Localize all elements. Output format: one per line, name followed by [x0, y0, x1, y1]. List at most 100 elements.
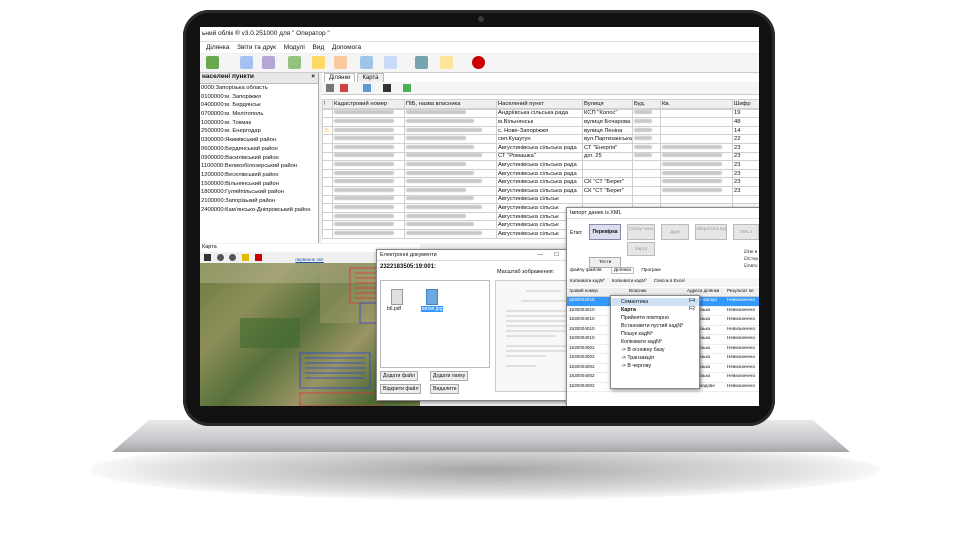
image-file-icon[interactable]	[426, 289, 438, 305]
tab-parcels[interactable]: Ділянки	[610, 267, 635, 274]
map-button[interactable]: Карта	[627, 242, 655, 256]
delete-button[interactable]: Видалити	[430, 384, 460, 394]
tree-item[interactable]: 1200000:Веселівський район	[200, 171, 318, 180]
menu-item[interactable]: -> В основну базу	[611, 346, 699, 354]
table-row[interactable]: Андріївська сільська рада КСП "Колос" 19	[322, 108, 759, 119]
col-header[interactable]: Вулиця	[582, 99, 633, 109]
tree-item[interactable]: 2400000:Кам'янсько-Дніпровський район	[200, 206, 318, 215]
tree-item[interactable]: 2500000:м. Енергодар	[200, 127, 318, 136]
menu-item[interactable]: Прийняти повторно	[611, 314, 699, 322]
file-name[interactable]: b6.pdf	[387, 306, 401, 312]
pdf-icon[interactable]	[391, 289, 403, 305]
table-row[interactable]: СТ "Ромашка" діл. 25 23	[322, 151, 759, 162]
menu-item[interactable]: -> Транзакція	[611, 354, 699, 362]
tab-parcels[interactable]: Ділянки	[324, 73, 356, 82]
excel-list-button[interactable]: Список в Excel	[654, 278, 685, 283]
minimize-icon[interactable]: —	[538, 250, 544, 260]
menu-item[interactable]: -> В чергову	[611, 362, 699, 370]
col-header[interactable]: Буд.	[632, 99, 661, 109]
table-row[interactable]: Августинівська сільська рада 23	[322, 160, 759, 170]
table-row[interactable]: смт.Кушугун вул.Партизанська 22	[322, 134, 759, 144]
table-row[interactable]: м.Вільнянськ вулиця Бочарова 48	[322, 117, 759, 127]
menu-item[interactable]: Семантика	[611, 298, 699, 306]
copy-icon[interactable]	[384, 56, 397, 69]
power-icon[interactable]	[472, 56, 485, 69]
tab-map[interactable]: Карта	[357, 73, 384, 82]
col-header[interactable]: Кв.	[660, 99, 733, 109]
tree-item[interactable]: 2100000:Запорізький район	[200, 197, 318, 206]
tree-item[interactable]: 0100000:м. Запоріжжя	[200, 93, 318, 102]
menu-item[interactable]: Карта	[611, 306, 699, 314]
zoom-in-icon[interactable]	[216, 254, 224, 261]
menu-item-help[interactable]: Допомога	[332, 44, 361, 51]
copy-cadnum-button[interactable]: Копіювати кадNº	[570, 278, 605, 283]
pencil-icon[interactable]	[242, 254, 250, 261]
hand-icon[interactable]	[204, 254, 211, 261]
polyline-icon[interactable]	[262, 56, 275, 69]
table-row[interactable]: Августинівська сільська рада СК "СТ "Бере…	[322, 177, 759, 187]
file-name-selected[interactable]: вилиг.jpg	[421, 306, 444, 312]
tree-item[interactable]: 0700000:м. Мелітополь	[200, 110, 318, 119]
tree-item[interactable]: 1000000:м. Токмак	[200, 119, 318, 128]
tools-icon[interactable]	[415, 56, 428, 69]
table-row[interactable]: Августинівська сільська рада СК "СТ "Бере…	[322, 185, 759, 196]
tree-item[interactable]: 0400000:м. Бердянськ	[200, 101, 318, 110]
checkbox-auto[interactable]: ☑Авто	[744, 262, 758, 269]
document-icon[interactable]	[240, 56, 253, 69]
tree-item[interactable]: 0900000:Василівський район	[200, 154, 318, 163]
tab-programs[interactable]: Програм	[641, 268, 660, 273]
menu-item-reports[interactable]: Звіти та друк	[237, 44, 276, 51]
col-header[interactable]: тровий номер	[569, 288, 598, 293]
folder-icon[interactable]	[334, 56, 347, 69]
info-icon[interactable]	[254, 254, 262, 261]
table-row[interactable]: Августинівська сільськ	[322, 194, 759, 205]
binoculars-icon[interactable]	[383, 84, 392, 92]
edit-icon[interactable]	[312, 56, 325, 69]
table-row[interactable]: Августинівська сільська рада СТ "Енергія"…	[322, 142, 759, 153]
col-header[interactable]: Населений пункт	[496, 99, 583, 109]
copy-cadnum-button-2[interactable]: Копіювати кадNº	[612, 278, 647, 283]
step-check[interactable]: Перевірка	[589, 224, 621, 240]
col-header[interactable]: Шифр	[732, 99, 759, 109]
excel-icon[interactable]	[402, 84, 411, 92]
step-merged[interactable]: Сполу-чено	[627, 224, 655, 240]
map-link[interactable]: первинне звіт	[295, 257, 324, 262]
clear-filter-icon[interactable]	[339, 84, 348, 92]
add-folder-button[interactable]: Додати папку	[430, 371, 469, 381]
menu-item[interactable]: Копіювати кадNº	[611, 338, 699, 346]
zoom-out-icon[interactable]	[229, 254, 237, 261]
close-icon[interactable]: ×	[311, 73, 315, 80]
col-header[interactable]: Результат пе	[727, 288, 754, 293]
new-record-icon[interactable]	[206, 56, 219, 69]
tree-item[interactable]: 1500000:Вільнянський район	[200, 180, 318, 189]
table-row[interactable]: ⚠ с. Нове-Запоріжжя вулиця Леніна 14	[322, 125, 759, 136]
table-row[interactable]: Августинівська сільська рада 23	[322, 168, 759, 179]
col-header[interactable]: Адреса ділянки	[687, 288, 719, 293]
step-save-db[interactable]: Зберегти в БД	[695, 224, 727, 240]
tab-files[interactable]: файлу файлів	[570, 268, 602, 273]
menu-item-modules[interactable]: Модулі	[284, 44, 305, 51]
tree-item[interactable]: 0300000:Якимівський район	[200, 136, 318, 145]
add-file-button[interactable]: Додати файл	[380, 371, 418, 381]
tree-item[interactable]: 1800000:Гуляйпільський район	[200, 188, 318, 197]
open-file-button[interactable]: Відкрити файл	[380, 384, 422, 394]
col-header[interactable]: Кадастровий номер	[332, 99, 405, 109]
funnel-icon[interactable]	[363, 84, 372, 92]
step-xml[interactable]: XML з	[733, 224, 759, 240]
menu-item-view[interactable]: Вид	[312, 44, 324, 51]
tree-item[interactable]: 0000:Запорізька область	[200, 84, 318, 93]
col-header[interactable]: ПІБ, назва власника	[404, 99, 497, 109]
maximize-icon[interactable]: ☐	[554, 250, 559, 260]
col-header[interactable]: !	[322, 99, 333, 109]
checkbox-ne[interactable]: ☑Не в	[744, 248, 758, 255]
tree-item[interactable]: 1100000:Великобілозерський район	[200, 162, 318, 171]
map-export-icon[interactable]	[288, 56, 301, 69]
chat-icon[interactable]	[360, 56, 373, 69]
col-header[interactable]: Власник	[629, 288, 646, 293]
export-icon[interactable]	[440, 56, 453, 69]
menu-item[interactable]: Встановити пустий кадNº	[611, 322, 699, 330]
step-print[interactable]: Друк	[661, 224, 689, 240]
checkbox-ster[interactable]: ☑Стер	[744, 255, 758, 262]
menu-item-dilyanka[interactable]: Ділянка	[206, 44, 229, 51]
tree-item[interactable]: 0600000:Бердянський район	[200, 145, 318, 154]
